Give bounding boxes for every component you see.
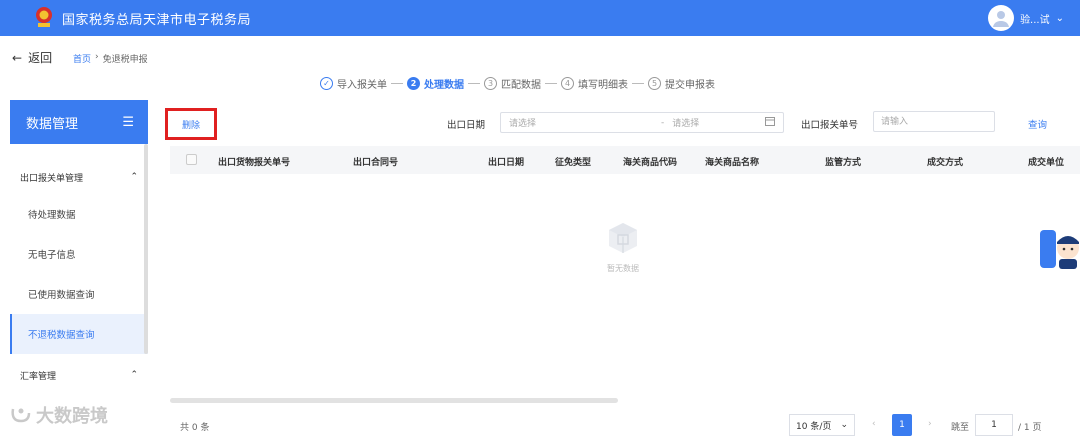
tax-emblem-icon <box>36 7 52 27</box>
date-start-placeholder: 请选择 <box>509 119 537 129</box>
step-5: 5 提交申报表 <box>648 76 715 91</box>
column-header: 出口日期 <box>488 158 525 168</box>
step-connector <box>391 83 403 84</box>
breadcrumb: 首页 › 免退税申报 <box>73 52 148 65</box>
user-avatar-icon <box>988 5 1015 31</box>
app-title: 国家税务总局天津市电子税务局 <box>62 13 252 28</box>
sidebar-group-customs[interactable]: 出口报关单管理 ⌃ <box>10 170 148 184</box>
sidebar-group-exchange-rate[interactable]: 汇率管理 ⌃ <box>10 368 148 382</box>
empty-text: 暂无数据 <box>607 264 639 273</box>
sidebar-item-no-e-info[interactable]: 无电子信息 <box>10 234 148 274</box>
column-header: 成交方式 <box>927 158 964 168</box>
step-3-label: 匹配数据 <box>501 80 541 91</box>
arrow-left-icon: ← <box>12 50 23 65</box>
user-menu[interactable]: 验...试 ⌄ <box>988 5 1064 31</box>
date-range-picker[interactable]: 请选择 - 请选择 <box>500 112 784 133</box>
next-page-icon[interactable]: › <box>928 419 932 429</box>
step-1-label: 导入报关单 <box>337 80 387 91</box>
column-header: 成交单位 <box>1028 158 1065 168</box>
step-2: 2 处理数据 <box>407 76 464 91</box>
sidebar-title: 数据管理 <box>26 116 79 132</box>
jump-label: 跳至 <box>951 423 970 433</box>
customs-no-input[interactable] <box>873 111 995 132</box>
column-header: 海关商品名称 <box>705 158 760 168</box>
sidebar: 数据管理 ☰ 出口报关单管理 ⌃ 待处理数据 无电子信息 已使用数据查询 不退税… <box>10 100 148 436</box>
page-number-current[interactable]: 1 <box>892 414 912 436</box>
assistant-mascot-icon[interactable] <box>1040 226 1080 272</box>
select-all-checkbox[interactable] <box>186 154 197 165</box>
delete-highlight-box: 删除 <box>165 108 217 140</box>
sidebar-header: 数据管理 ☰ <box>10 100 148 144</box>
empty-box-icon <box>609 223 637 253</box>
chevron-up-icon: ⌃ <box>130 370 138 380</box>
total-pages: / 1 页 <box>1018 423 1042 433</box>
step-2-label: 处理数据 <box>424 80 464 91</box>
delete-button[interactable]: 删除 <box>181 117 200 131</box>
horizontal-scrollbar[interactable] <box>170 398 618 403</box>
page-size-select[interactable]: 10 条/页 ⌄ <box>789 414 855 436</box>
step-check-icon: ✓ <box>320 77 333 90</box>
column-header: 海关商品代码 <box>623 158 678 168</box>
sidebar-group-label: 出口报关单管理 <box>20 173 84 184</box>
top-header-bar: 国家税务总局天津市电子税务局 验...试 ⌄ <box>0 0 1080 36</box>
breadcrumb-separator: › <box>95 52 99 62</box>
watermark-logo-icon <box>11 408 31 423</box>
step-number: 3 <box>484 77 497 90</box>
step-connector <box>545 83 557 84</box>
empty-state: 暂无数据 <box>598 220 648 274</box>
date-end-placeholder: 请选择 <box>672 119 700 129</box>
column-header: 出口货物报关单号 <box>218 158 291 168</box>
breadcrumb-home-link[interactable]: 首页 <box>73 52 91 65</box>
step-number: 4 <box>561 77 574 90</box>
customs-no-label: 出口报关单号 <box>801 120 859 131</box>
sidebar-item-pending[interactable]: 待处理数据 <box>10 194 148 234</box>
jump-page-input[interactable] <box>975 414 1013 436</box>
step-4-label: 填写明细表 <box>578 80 628 91</box>
watermark-text: 大数跨境 <box>36 406 108 427</box>
chevron-down-icon: ⌄ <box>840 420 848 430</box>
calendar-icon <box>765 116 775 129</box>
collapse-menu-icon[interactable]: ☰ <box>122 115 134 130</box>
step-connector <box>632 83 644 84</box>
step-3: 3 匹配数据 <box>484 76 541 91</box>
sidebar-group-label: 汇率管理 <box>20 371 57 382</box>
step-number: 2 <box>407 77 420 90</box>
table-header: 出口货物报关单号 出口合同号 出口日期 征免类型 海关商品代码 海关商品名称 监… <box>170 146 1080 174</box>
column-header: 征免类型 <box>555 158 592 168</box>
step-4: 4 填写明细表 <box>561 76 628 91</box>
breadcrumb-current: 免退税申报 <box>102 55 148 65</box>
back-label: 返回 <box>28 51 53 65</box>
step-indicator: ✓ 导入报关单 2 处理数据 3 匹配数据 4 填写明细表 5 提交申报表 <box>320 76 715 91</box>
sidebar-scrollbar[interactable] <box>144 144 148 354</box>
step-5-label: 提交申报表 <box>665 80 715 91</box>
chevron-up-icon: ⌃ <box>130 172 138 182</box>
sidebar-item-used-query[interactable]: 已使用数据查询 <box>10 274 148 314</box>
page-size-value: 10 条/页 <box>796 421 832 432</box>
watermark: 大数跨境 <box>10 402 108 428</box>
column-header: 监管方式 <box>825 158 862 168</box>
step-1: ✓ 导入报关单 <box>320 76 387 91</box>
step-number: 5 <box>648 77 661 90</box>
date-separator: - <box>661 117 665 128</box>
step-connector <box>468 83 480 84</box>
prev-page-icon[interactable]: ‹ <box>872 419 876 429</box>
back-button[interactable]: ← 返回 <box>12 49 52 66</box>
date-label: 出口日期 <box>447 120 486 131</box>
sidebar-item-no-refund-query[interactable]: 不退税数据查询 <box>10 314 148 354</box>
total-count: 共 0 条 <box>180 423 210 433</box>
chevron-down-icon: ⌄ <box>1055 12 1064 24</box>
query-button[interactable]: 查询 <box>1028 117 1047 131</box>
column-header: 出口合同号 <box>353 158 399 168</box>
user-name: 验...试 <box>1020 14 1050 26</box>
